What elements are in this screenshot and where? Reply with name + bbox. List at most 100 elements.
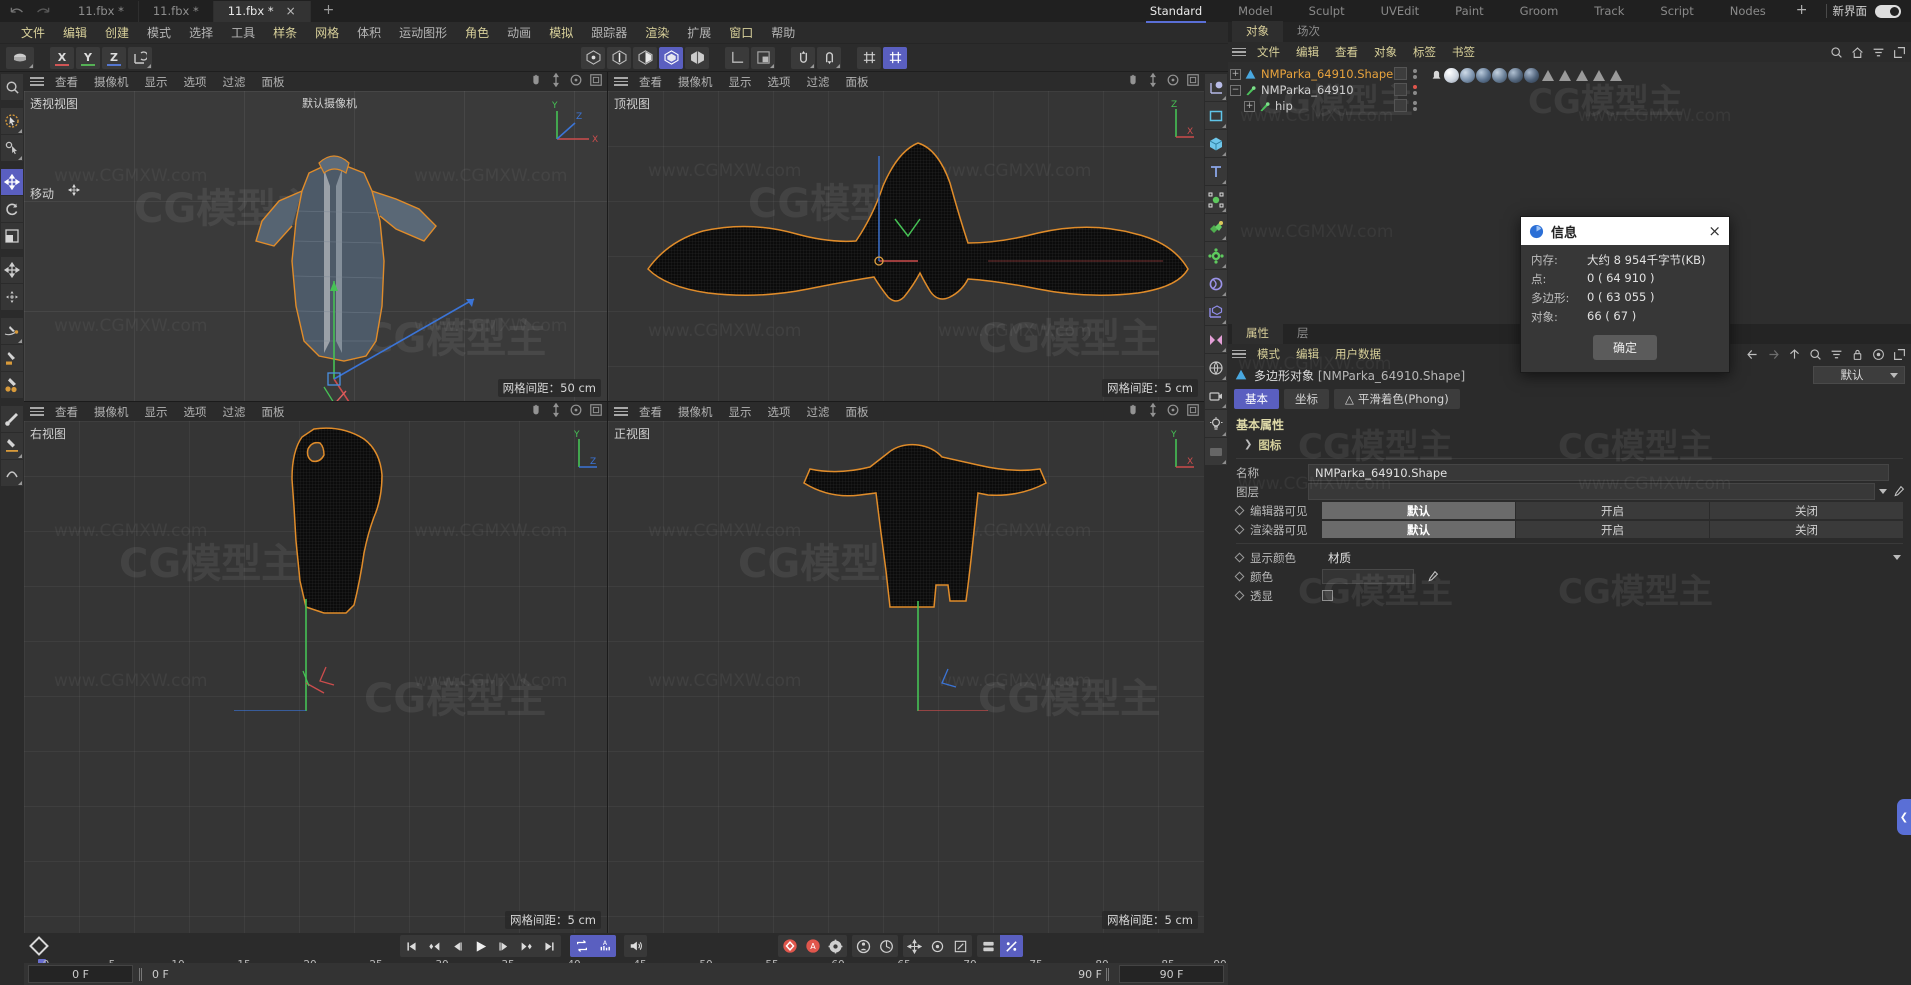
null-object-button[interactable] <box>1205 74 1227 101</box>
keyframe-diamond-icon[interactable] <box>1234 552 1245 563</box>
vp-menu-options[interactable]: 选项 <box>760 73 799 91</box>
layout-tab-model[interactable]: Model <box>1220 1 1291 22</box>
stage-camera-button[interactable] <box>1205 382 1227 409</box>
close-icon[interactable]: × <box>286 4 296 18</box>
eyedropper-icon[interactable] <box>1892 485 1905 498</box>
attr-menu-mode[interactable]: 模式 <box>1249 345 1288 363</box>
vp-menu-panel[interactable]: 面板 <box>254 403 293 421</box>
filter-icon[interactable] <box>1830 348 1843 361</box>
viewport-right-canvas[interactable]: www.CGMXW.com www.CGMXW.com www.CGMXW.co… <box>24 421 607 933</box>
ok-button[interactable]: 确定 <box>1592 335 1657 360</box>
next-frame-button[interactable] <box>492 935 515 957</box>
menu-mesh[interactable]: 网格 <box>306 22 348 43</box>
viewport-top-canvas[interactable]: www.CGMXW.com www.CGMXW.com www.CGMXW.co… <box>608 91 1204 401</box>
menu-animate[interactable]: 动画 <box>498 22 540 43</box>
stage-light-button[interactable] <box>1205 410 1227 437</box>
material-tag[interactable] <box>1460 68 1475 83</box>
snap-enable-button[interactable] <box>791 46 815 69</box>
start-frame-input[interactable]: 0 F <box>146 965 206 983</box>
world-axis-tool-button[interactable] <box>1 257 23 283</box>
pan-icon[interactable] <box>1126 73 1140 87</box>
material-tag[interactable] <box>1444 68 1459 83</box>
point-mode-button[interactable] <box>581 46 605 69</box>
live-selection-tool-button[interactable] <box>1 108 23 134</box>
layout-tab-track[interactable]: Track <box>1576 1 1642 22</box>
zoom-icon[interactable] <box>549 403 563 417</box>
preview-end-input[interactable]: 90 F <box>1119 965 1224 983</box>
menu-simulate[interactable]: 模拟 <box>540 22 582 43</box>
visibility-tag[interactable] <box>1394 83 1407 96</box>
redo-icon[interactable] <box>35 5 52 19</box>
vp-menu-options[interactable]: 选项 <box>176 403 215 421</box>
menu-edit[interactable]: 编辑 <box>54 22 96 43</box>
attr-tab-basic[interactable]: 基本 <box>1234 389 1279 409</box>
eyedropper-icon[interactable] <box>1426 570 1439 583</box>
expand-icon[interactable]: + <box>1230 68 1241 80</box>
position-key-button[interactable] <box>852 935 875 957</box>
om-menu-edit[interactable]: 编辑 <box>1288 43 1327 61</box>
environment-button[interactable] <box>1205 354 1227 381</box>
up-level-icon[interactable] <box>1788 348 1801 361</box>
rotate-view-icon[interactable] <box>1166 403 1180 417</box>
table-row[interactable]: + NMParka_64910.Shape <box>1228 66 1911 83</box>
om-menu-object[interactable]: 对象 <box>1366 43 1405 61</box>
spline-primitive-button[interactable] <box>1205 102 1227 129</box>
vp-menu-filter[interactable]: 过滤 <box>215 403 254 421</box>
expand-icon[interactable]: + <box>1244 100 1255 112</box>
back-icon[interactable] <box>1746 348 1759 361</box>
tab-takes[interactable]: 场次 <box>1283 21 1334 42</box>
spline-edit-tool-button[interactable] <box>1 345 23 371</box>
rotate-view-icon[interactable] <box>1166 73 1180 87</box>
loop-button[interactable] <box>570 935 593 957</box>
viewport-perspective[interactable]: 查看 摄像机 显示 选项 过滤 面板 www.CGMXW.com www.CGM… <box>24 72 607 401</box>
vp-menu-view[interactable]: 查看 <box>47 73 86 91</box>
vp-menu-panel[interactable]: 面板 <box>838 73 877 91</box>
maximize-viewport-icon[interactable] <box>1186 73 1200 87</box>
viewport-menu-icon[interactable] <box>30 77 44 86</box>
selection-tag[interactable] <box>1576 70 1588 81</box>
attributes-menu-icon[interactable] <box>1232 349 1246 359</box>
vp-menu-options[interactable]: 选项 <box>760 403 799 421</box>
document-tab[interactable]: 11.fbx * <box>139 1 214 22</box>
tab-objects[interactable]: 对象 <box>1232 21 1283 42</box>
menu-spline[interactable]: 样条 <box>264 22 306 43</box>
material-tag[interactable] <box>1508 68 1523 83</box>
viewport-front[interactable]: 查看 摄像机 显示 选项 过滤 面板 www.CGMXW.com www.CGM… <box>608 402 1204 933</box>
menu-render[interactable]: 渲染 <box>636 22 678 43</box>
maximize-viewport-icon[interactable] <box>1186 403 1200 417</box>
document-tab-active[interactable]: 11.fbx * × <box>213 1 311 22</box>
seg-off[interactable]: 关闭 <box>1710 521 1903 538</box>
cube-primitive-button[interactable] <box>1205 130 1227 157</box>
vp-menu-display[interactable]: 显示 <box>721 73 760 91</box>
viewport-menu-icon[interactable] <box>614 407 628 416</box>
menu-select[interactable]: 选择 <box>180 22 222 43</box>
layout-tab-groom[interactable]: Groom <box>1502 1 1577 22</box>
add-layout-button[interactable]: + <box>1784 0 1820 22</box>
search-icon[interactable] <box>1809 348 1822 361</box>
vp-menu-view[interactable]: 查看 <box>631 403 670 421</box>
attr-tab-coord[interactable]: 坐标 <box>1284 389 1329 409</box>
scale-key-button[interactable] <box>949 935 972 957</box>
snap-move-tool-button[interactable] <box>1 284 23 310</box>
om-menu-tags[interactable]: 标签 <box>1405 43 1444 61</box>
keyframe-diamond-icon[interactable] <box>1234 590 1245 601</box>
seg-on[interactable]: 开启 <box>1516 521 1709 538</box>
icon-row[interactable]: ❯ 图标 <box>1228 435 1911 454</box>
move-tool-button[interactable] <box>1 169 23 195</box>
polygon-pen-tool-button[interactable] <box>1 372 23 398</box>
visibility-dots[interactable] <box>1411 68 1419 79</box>
go-to-end-button[interactable] <box>538 935 561 957</box>
menu-window[interactable]: 窗口 <box>720 22 762 43</box>
keyframe-diamond-icon[interactable] <box>1234 524 1245 535</box>
sound-button[interactable] <box>624 935 647 957</box>
attr-menu-edit[interactable]: 编辑 <box>1288 345 1327 363</box>
keyframe-diamond-icon[interactable] <box>1234 505 1245 516</box>
polygon-mode-button[interactable] <box>633 46 657 69</box>
deformer-button[interactable] <box>1205 186 1227 213</box>
zoom-icon[interactable] <box>1146 73 1160 87</box>
undo-history-button[interactable] <box>6 46 34 69</box>
current-frame-input[interactable]: 0 F <box>28 965 133 983</box>
field-button[interactable] <box>1205 270 1227 297</box>
color-swatch[interactable] <box>1322 569 1414 584</box>
vp-menu-display[interactable]: 显示 <box>137 73 176 91</box>
